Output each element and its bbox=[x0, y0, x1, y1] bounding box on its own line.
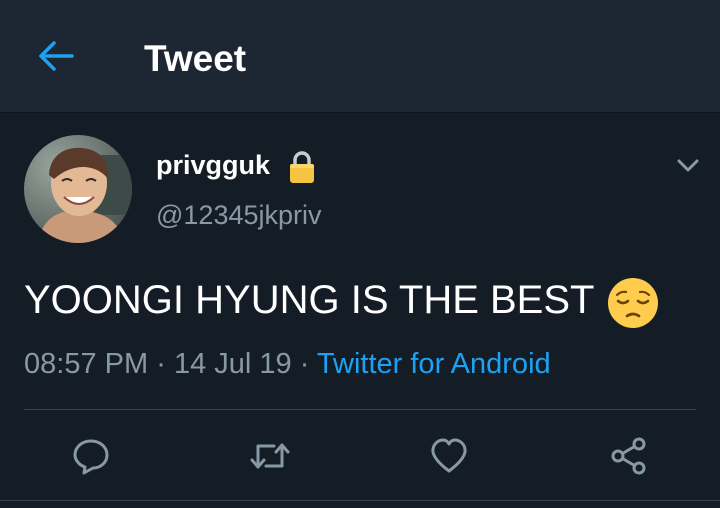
avatar-photo bbox=[24, 135, 132, 243]
heart-icon bbox=[431, 438, 467, 473]
share-button[interactable] bbox=[601, 428, 657, 484]
back-button[interactable] bbox=[32, 36, 80, 76]
retweet-button[interactable] bbox=[242, 428, 298, 484]
display-name[interactable]: privgguk bbox=[156, 148, 270, 182]
tweet-detail-screen: Tweet privgguk @12345jkpriv YOONGI HYUNG… bbox=[0, 0, 720, 508]
retweet-icon bbox=[250, 443, 290, 469]
meta-separator: · bbox=[156, 348, 166, 380]
reply-icon bbox=[73, 439, 109, 475]
avatar[interactable] bbox=[24, 135, 132, 243]
reply-button[interactable] bbox=[63, 428, 119, 484]
tweet-text: YOONGI HYUNG IS THE BEST bbox=[24, 278, 595, 322]
pensive-face-emoji bbox=[608, 278, 658, 328]
tweet-date: 14 Jul 19 bbox=[173, 348, 292, 380]
meta-separator: · bbox=[299, 348, 310, 380]
arrow-left-icon bbox=[39, 41, 74, 71]
divider bbox=[0, 500, 720, 501]
tweet-meta: 08:57 PM · 14 Jul 19 · Twitter for Andro… bbox=[24, 345, 551, 383]
divider bbox=[24, 409, 696, 410]
tweet-source-link[interactable]: Twitter for Android bbox=[317, 348, 551, 380]
user-handle[interactable]: @12345jkpriv bbox=[156, 198, 322, 232]
page-title: Tweet bbox=[144, 38, 247, 79]
top-app-bar: Tweet bbox=[0, 0, 720, 113]
tweet-actions-bar bbox=[0, 428, 720, 484]
like-button[interactable] bbox=[421, 428, 477, 484]
lock-icon bbox=[290, 151, 314, 183]
chevron-down-icon bbox=[677, 159, 699, 172]
share-icon bbox=[611, 437, 646, 475]
tweet-options-button[interactable] bbox=[670, 148, 706, 184]
tweet-time: 08:57 PM bbox=[24, 348, 149, 380]
